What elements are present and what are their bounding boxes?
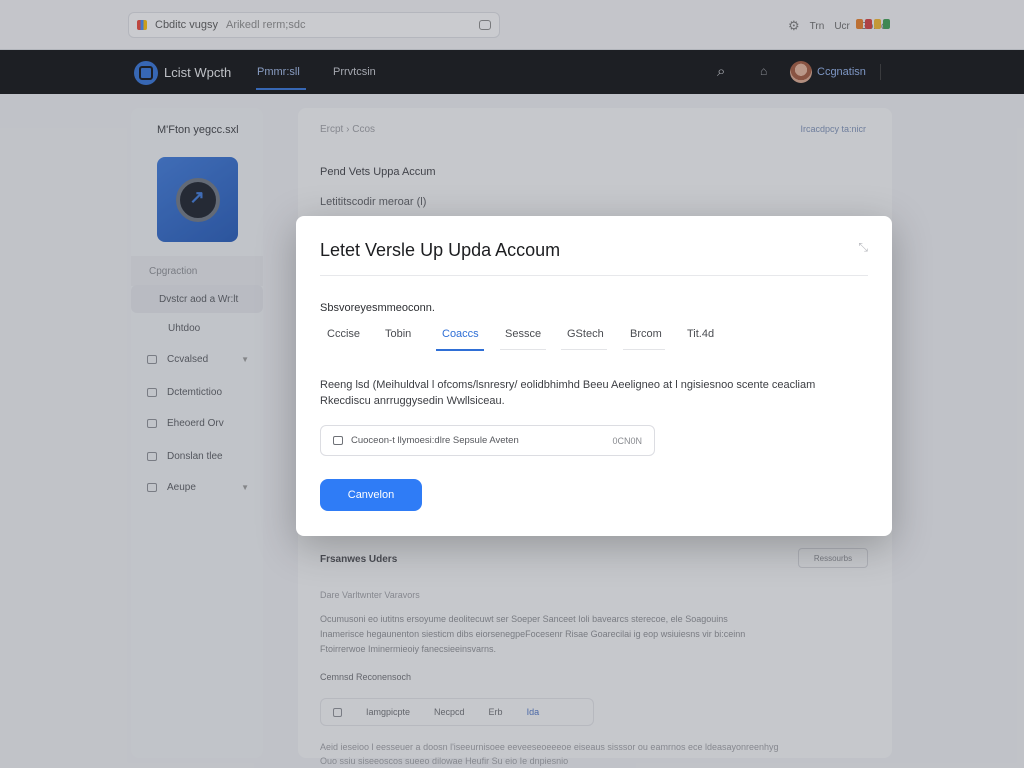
update-dialog: Letet Versle Up Upda Accoum ⤡ Sbsvoreyes… — [296, 216, 892, 536]
tab-underline — [623, 349, 665, 350]
info-field[interactable]: Cuoceon-t llymoesi:dlre Sepsule Aveten 0… — [320, 425, 655, 456]
dialog-title: Letet Versle Up Upda Accoum — [320, 240, 561, 260]
primary-action-button[interactable]: Canvelon — [320, 479, 422, 511]
tab-5[interactable]: GStech — [567, 328, 604, 340]
tab-active-indicator — [436, 349, 484, 351]
tab-4[interactable]: Sessce — [505, 328, 541, 340]
message-icon — [333, 436, 343, 445]
dialog-section-label: Sbsvoreyesmmeoconn. — [320, 302, 435, 314]
tab-3-active[interactable]: Coaccs — [442, 328, 479, 340]
tab-6[interactable]: Brcom — [630, 328, 662, 340]
dialog-description: Reeng lsd (Meihuldval l ofcoms/lsnresry/… — [320, 379, 816, 407]
tab-1[interactable]: Cccise — [327, 328, 360, 340]
info-code: 0CN0N — [612, 435, 642, 446]
tab-underline — [500, 349, 546, 350]
dialog-divider — [320, 275, 868, 276]
tab-2[interactable]: Tobin — [385, 328, 411, 340]
info-text: Cuoceon-t llymoesi:dlre Sepsule Aveten — [351, 435, 519, 446]
tab-7[interactable]: Tit.4d — [687, 328, 714, 340]
tab-underline — [561, 349, 607, 350]
close-icon[interactable]: ⤡ — [858, 240, 868, 255]
